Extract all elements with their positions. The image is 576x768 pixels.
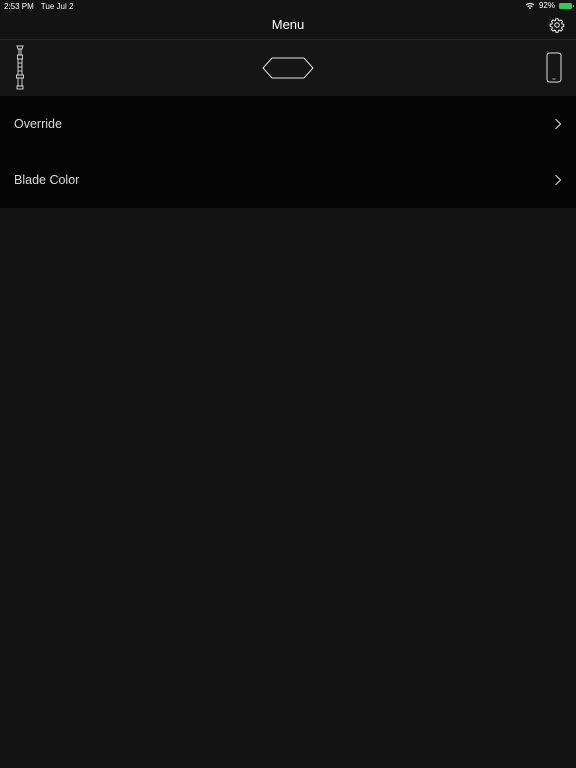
device-strip: [0, 40, 576, 96]
status-left: 2:53 PM Tue Jul 2: [4, 2, 73, 11]
app-screen: 2:53 PM Tue Jul 2 92% Menu Override Blad…: [0, 0, 576, 768]
wifi-icon: [525, 2, 535, 9]
menu-item-label: Blade Color: [14, 173, 80, 187]
status-right: 92%: [525, 1, 574, 10]
lightsaber-icon[interactable]: [12, 45, 28, 91]
menu-item-blade-color[interactable]: Blade Color: [0, 152, 576, 208]
menu-item-label: Override: [14, 117, 62, 131]
menu-item-override[interactable]: Override: [0, 96, 576, 152]
gear-icon[interactable]: [549, 17, 565, 33]
chevron-right-icon: [555, 118, 562, 130]
status-time: 2:53 PM: [4, 2, 34, 11]
phone-icon[interactable]: [545, 52, 563, 83]
status-date: Tue Jul 2: [40, 2, 74, 11]
page-title: Menu: [271, 17, 305, 32]
status-bar: 2:53 PM Tue Jul 2 92%: [0, 0, 576, 12]
hex-emitter-icon[interactable]: [262, 57, 314, 79]
battery-percent: 92%: [538, 1, 555, 10]
nav-bar: Menu: [0, 12, 576, 40]
battery-icon: [559, 2, 574, 9]
menu-list: Override Blade Color: [0, 96, 576, 208]
chevron-right-icon: [555, 174, 562, 186]
